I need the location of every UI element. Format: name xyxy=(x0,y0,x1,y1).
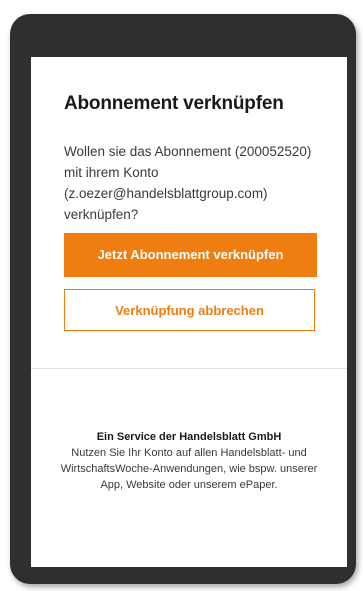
dialog-description: Wollen sie das Abonnement (200052520) mi… xyxy=(64,144,312,222)
confirm-link-button[interactable]: Jetzt Abonnement verknüpfen xyxy=(64,233,317,277)
cancel-link-button[interactable]: Verknüpfung abbrechen xyxy=(64,289,315,331)
page-title: Abonnement verknüpfen xyxy=(64,93,284,114)
footer-text: Nutzen Sie Ihr Konto auf allen Handelsbl… xyxy=(60,447,318,491)
link-subscription-dialog: Abonnement verknüpfen Wollen sie das Abo… xyxy=(31,57,347,369)
footer-title: Ein Service der Handelsblatt GmbH xyxy=(96,431,282,443)
service-footer: Ein Service der Handelsblatt GmbH Nutzen… xyxy=(31,429,347,493)
app-screen: Abonnement verknüpfen Wollen sie das Abo… xyxy=(31,57,347,567)
